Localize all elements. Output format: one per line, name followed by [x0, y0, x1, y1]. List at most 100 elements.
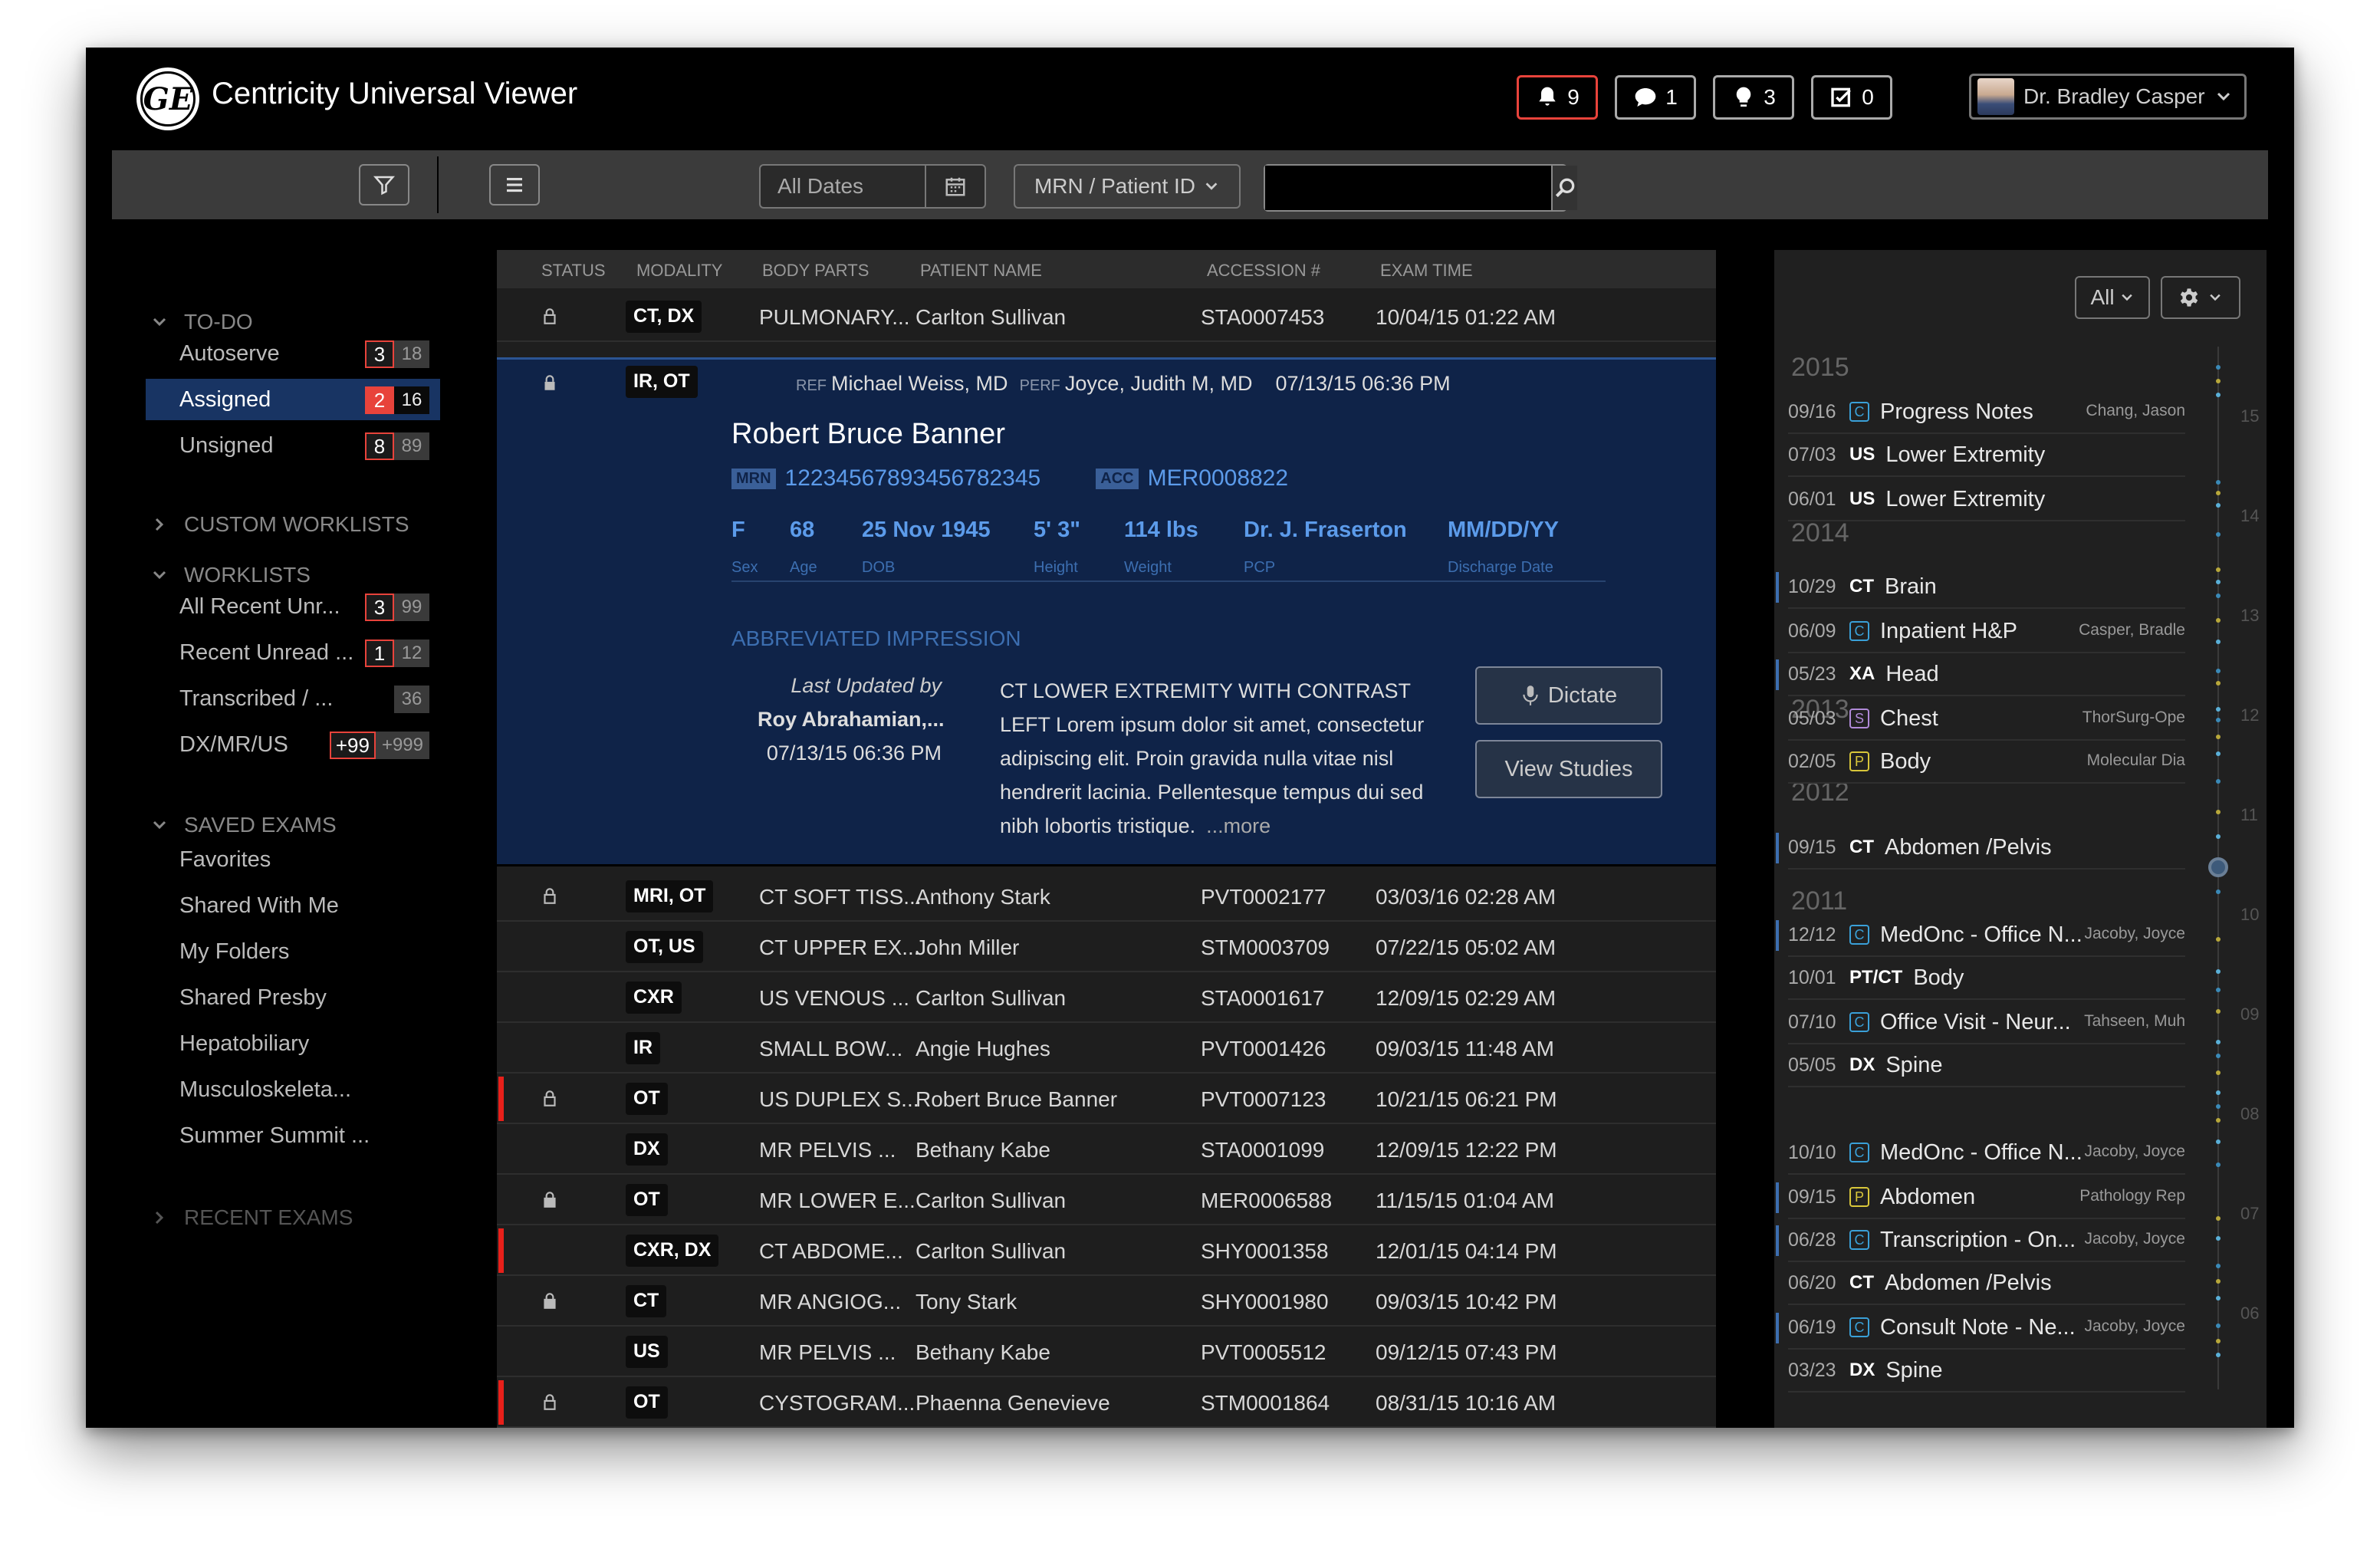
table-row[interactable]: DX MR PELVIS ... Bethany Kabe STA0001099 12/…: [497, 1124, 1716, 1175]
search-input[interactable]: [1265, 166, 1551, 210]
table-row[interactable]: OT MR LOWER E... Carlton Sullivan MER000658…: [497, 1175, 1716, 1225]
sidebar-item-hepatobiliary[interactable]: Hepatobiliary: [146, 1023, 440, 1064]
total-badge: 16: [394, 386, 429, 414]
search-icon: [1555, 178, 1575, 198]
column-accession[interactable]: ACCESSION #: [1207, 261, 1320, 281]
ge-logo: GE: [136, 67, 199, 130]
column-patient-name[interactable]: PATIENT NAME: [920, 261, 1042, 281]
lock-icon: [544, 1090, 556, 1106]
sidebar-item-shared-presby[interactable]: Shared Presby: [146, 977, 440, 1018]
table-row[interactable]: CXR, DX CT ABDOME... Carlton Sullivan SHY00…: [497, 1225, 1716, 1276]
sidebar-item-recent-unread[interactable]: Recent Unread ... 1 12: [146, 632, 440, 673]
timeline-item[interactable]: 10/01 PT/CT Body: [1788, 957, 2185, 1000]
modality-chip: OT: [626, 1083, 668, 1115]
view-studies-button[interactable]: View Studies: [1475, 740, 1662, 798]
timeline-date: 10/01: [1788, 966, 1836, 988]
date-filter[interactable]: All Dates: [759, 164, 986, 209]
table-row[interactable]: IR SMALL BOW... Angie Hughes PVT0001426 09/0…: [497, 1023, 1716, 1074]
timeline-item[interactable]: 10/29 CT Brain: [1776, 566, 2185, 609]
column-exam-time[interactable]: EXAM TIME: [1380, 261, 1473, 281]
timeline-date: 05/23: [1788, 663, 1836, 685]
section-recent-exams[interactable]: RECENT EXAMS: [150, 1205, 353, 1230]
table-row[interactable]: CT, DX PULMONARY... Carlton Sullivan STA…: [497, 291, 1716, 342]
timeline-item[interactable]: 05/05 DX Spine: [1788, 1044, 2185, 1087]
section-todo[interactable]: TO-DO: [150, 310, 253, 334]
demo-discharge: MM/DD/YY: [1448, 518, 1559, 542]
timeline-item[interactable]: 10/10 C MedOnc - Office N... Jacoby, Joyce: [1788, 1132, 2185, 1175]
filter-button[interactable]: [359, 164, 409, 206]
user-menu[interactable]: Dr. Bradley Casper: [1969, 74, 2247, 120]
timeline-event-dot: [2216, 393, 2221, 397]
more-link[interactable]: ...more: [1206, 814, 1271, 837]
chevron-down-icon: [1205, 182, 1218, 190]
timeline-item[interactable]: 07/03 US Lower Extremity: [1788, 434, 2185, 477]
column-status[interactable]: STATUS: [541, 261, 606, 281]
section-worklists[interactable]: WORKLISTS: [150, 563, 311, 587]
table-row[interactable]: MRI, OT CT SOFT TISS... Anthony Stark PVT00…: [497, 871, 1716, 922]
timeline-item[interactable]: 06/09 C Inpatient H&P Casper, Bradle: [1788, 610, 2185, 653]
sidebar-item-dx-mr-us[interactable]: DX/MR/US +99 +999: [146, 724, 440, 765]
column-body-parts[interactable]: BODY PARTS: [762, 261, 869, 281]
timeline-item[interactable]: 06/19 C Consult Note - Ne... Jacoby, Joyce: [1776, 1307, 2185, 1350]
timeline-event-dot: [2216, 640, 2221, 644]
exam-time-cell: 09/03/15 10:42 PM: [1376, 1290, 1557, 1314]
timeline-title: Spine: [1885, 1357, 1943, 1383]
timeline-item[interactable]: 06/28 C Transcription - On... Jacoby, Joyce: [1776, 1219, 2185, 1262]
timeline-item[interactable]: 09/16 C Progress Notes Chang, Jason: [1788, 391, 2185, 434]
timeline-title: MedOnc - Office N...: [1880, 1139, 2082, 1165]
timeline-item[interactable]: 06/20 CT Abdomen /Pelvis: [1788, 1262, 2185, 1305]
unread-badge: 3: [365, 340, 394, 368]
sidebar-item-assigned[interactable]: Assigned 2 16: [146, 379, 440, 420]
sidebar-item-musculoskeletal[interactable]: Musculoskeleta...: [146, 1069, 440, 1110]
sidebar-item-autoserve[interactable]: Autoserve 3 18: [146, 333, 440, 374]
sidebar-item-shared-with-me[interactable]: Shared With Me: [146, 885, 440, 926]
patient-cell: Carlton Sullivan: [916, 1239, 1067, 1263]
calendar-button[interactable]: [925, 166, 985, 207]
timeline-item[interactable]: 09/15 P Abdomen Pathology Rep: [1776, 1176, 2185, 1219]
timeline-item[interactable]: 09/15 CT Abdomen /Pelvis: [1776, 827, 2185, 870]
table-row[interactable]: CT MR ANGIOG... Tony Stark SHY0001980 09/03/…: [497, 1276, 1716, 1327]
tips-button[interactable]: 3: [1713, 75, 1794, 120]
timeline-item-marker: [1776, 1313, 1779, 1343]
modality-chip: OT: [626, 1386, 668, 1419]
dictate-button[interactable]: Dictate: [1475, 666, 1662, 725]
sidebar-item-all-recent-unread[interactable]: All Recent Unr... 3 99: [146, 586, 440, 627]
sidebar-item-transcribed[interactable]: Transcribed / ... 36: [146, 678, 440, 719]
id-type-select[interactable]: MRN / Patient ID: [1014, 164, 1241, 209]
chevron-right-icon: [155, 518, 164, 531]
timeline-item[interactable]: 12/12 C MedOnc - Office N... Jacoby, Joyce: [1776, 914, 2185, 957]
accession-cell: PVT0005512: [1201, 1340, 1326, 1364]
menu-button[interactable]: [489, 164, 540, 206]
sidebar-item-my-folders[interactable]: My Folders: [146, 931, 440, 972]
timeline-modality: DX: [1849, 1054, 1875, 1075]
alerts-button[interactable]: 9: [1517, 75, 1598, 120]
messages-button[interactable]: 1: [1615, 75, 1696, 120]
table-row[interactable]: OT, US CT UPPER EX... John Miller STM000370…: [497, 922, 1716, 972]
timeline-item[interactable]: 05/23 XA Head: [1776, 653, 2185, 696]
table-row[interactable]: OT CYSTOGRAM... Phaenna Genevieve STM000186…: [497, 1377, 1716, 1428]
sidebar-item-summer-summit[interactable]: Summer Summit ...: [146, 1115, 440, 1156]
timeline-item[interactable]: 06/01 US Lower Extremity: [1788, 478, 2185, 521]
table-row[interactable]: US MR PELVIS ... Bethany Kabe PVT0005512 09/…: [497, 1327, 1716, 1377]
patient-cell: Carlton Sullivan: [916, 1189, 1067, 1212]
timeline-scroll-thumb[interactable]: [2208, 857, 2228, 877]
timeline-item[interactable]: 03/23 DX Spine: [1788, 1350, 2185, 1393]
timeline-event-dot: [2216, 567, 2221, 572]
sidebar-item-favorites[interactable]: Favorites: [146, 839, 440, 880]
timeline-event-dot: [2216, 1296, 2221, 1300]
table-row[interactable]: OT US DUPLEX S... Robert Bruce Banner PVT00…: [497, 1074, 1716, 1124]
sidebar-item-unsigned[interactable]: Unsigned 8 89: [146, 425, 440, 466]
chevron-right-icon: [155, 1211, 164, 1225]
timeline-settings-button[interactable]: [2161, 276, 2240, 319]
timeline-filter-select[interactable]: All: [2075, 276, 2150, 319]
column-modality[interactable]: MODALITY: [636, 261, 722, 281]
search-button[interactable]: [1551, 166, 1577, 210]
table-row[interactable]: CXR US VENOUS ... Carlton Sullivan STA00016…: [497, 972, 1716, 1023]
timeline-item[interactable]: 07/10 C Office Visit - Neur... Tahseen, Muh: [1788, 1001, 2185, 1044]
section-custom-worklists[interactable]: CUSTOM WORKLISTS: [150, 512, 409, 537]
tasks-button[interactable]: 0: [1811, 75, 1892, 120]
timeline-item[interactable]: 05/03 S Chest ThorSurg-Ope: [1788, 698, 2185, 741]
sidebar-item-label: My Folders: [179, 939, 290, 964]
section-saved-exams[interactable]: SAVED EXAMS: [150, 813, 337, 837]
timeline-item[interactable]: 02/05 P Body Molecular Dia: [1788, 741, 2185, 784]
